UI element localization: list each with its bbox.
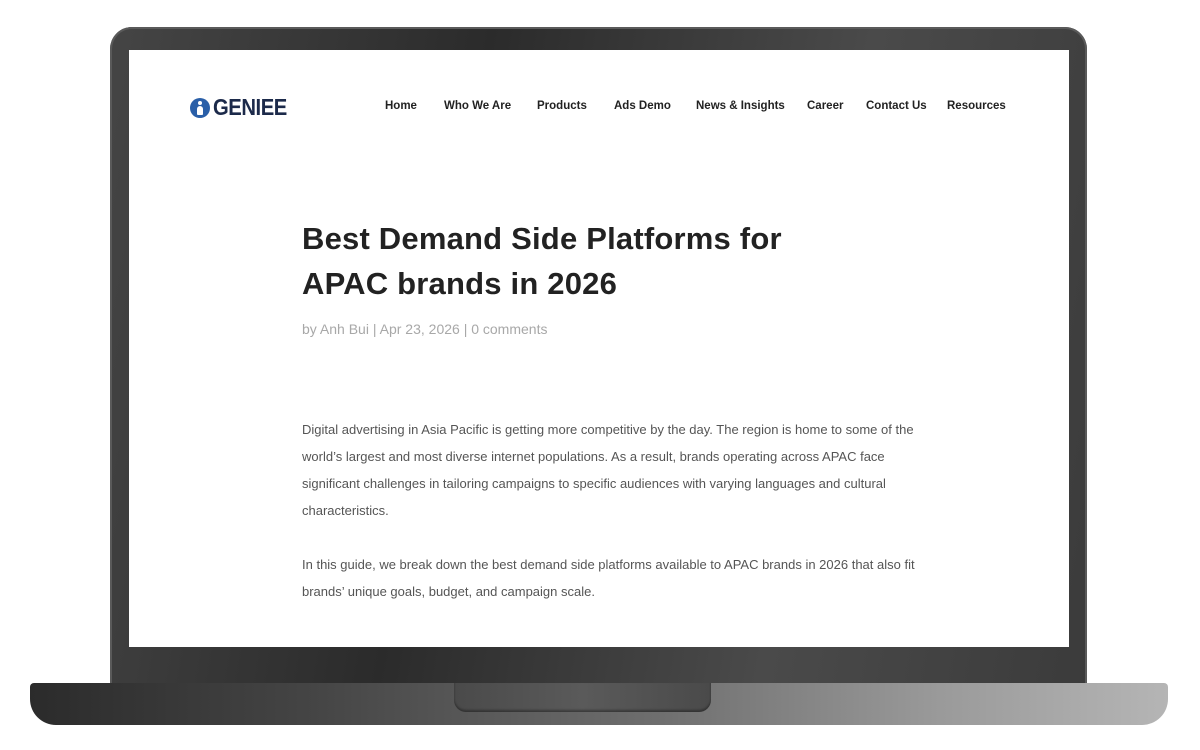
laptop-lid: GENIEE Home Who We Are Products Ads Demo… bbox=[110, 27, 1087, 689]
laptop-mockup: GENIEE Home Who We Are Products Ads Demo… bbox=[0, 0, 1200, 750]
nav-item-home[interactable]: Home bbox=[385, 100, 417, 112]
article-title: Best Demand Side Platforms for APAC bran… bbox=[302, 216, 922, 306]
meta-by: by bbox=[302, 321, 317, 337]
laptop-base bbox=[30, 683, 1168, 725]
nav-item-news-insights[interactable]: News & Insights bbox=[696, 100, 785, 112]
laptop-screen: GENIEE Home Who We Are Products Ads Demo… bbox=[129, 50, 1069, 647]
meta-separator: | bbox=[372, 321, 377, 337]
nav-item-contact-us[interactable]: Contact Us bbox=[866, 100, 927, 112]
nav-item-resources[interactable]: Resources bbox=[947, 100, 1006, 112]
article: Best Demand Side Platforms for APAC bran… bbox=[302, 216, 922, 605]
publish-date: Apr 23, 2026 bbox=[379, 321, 460, 337]
article-paragraph: In this guide, we break down the best de… bbox=[302, 557, 915, 599]
article-paragraph: Digital advertising in Asia Pacific is g… bbox=[302, 422, 914, 518]
author-link[interactable]: Anh Bui bbox=[320, 321, 369, 337]
nav-item-products[interactable]: Products bbox=[537, 100, 587, 112]
article-title-line-2: APAC brands in 2026 bbox=[302, 266, 618, 301]
meta-separator: | bbox=[463, 321, 468, 337]
main-nav: Home Who We Are Products Ads Demo News &… bbox=[129, 100, 1069, 116]
laptop-hinge-notch bbox=[454, 683, 711, 712]
comments-link[interactable]: 0 comments bbox=[471, 321, 547, 337]
article-meta: by Anh Bui | Apr 23, 2026 | 0 comments bbox=[302, 321, 922, 337]
nav-item-career[interactable]: Career bbox=[807, 100, 843, 112]
nav-item-who-we-are[interactable]: Who We Are bbox=[444, 100, 511, 112]
nav-item-ads-demo[interactable]: Ads Demo bbox=[614, 100, 671, 112]
article-title-line-1: Best Demand Side Platforms for bbox=[302, 221, 782, 256]
